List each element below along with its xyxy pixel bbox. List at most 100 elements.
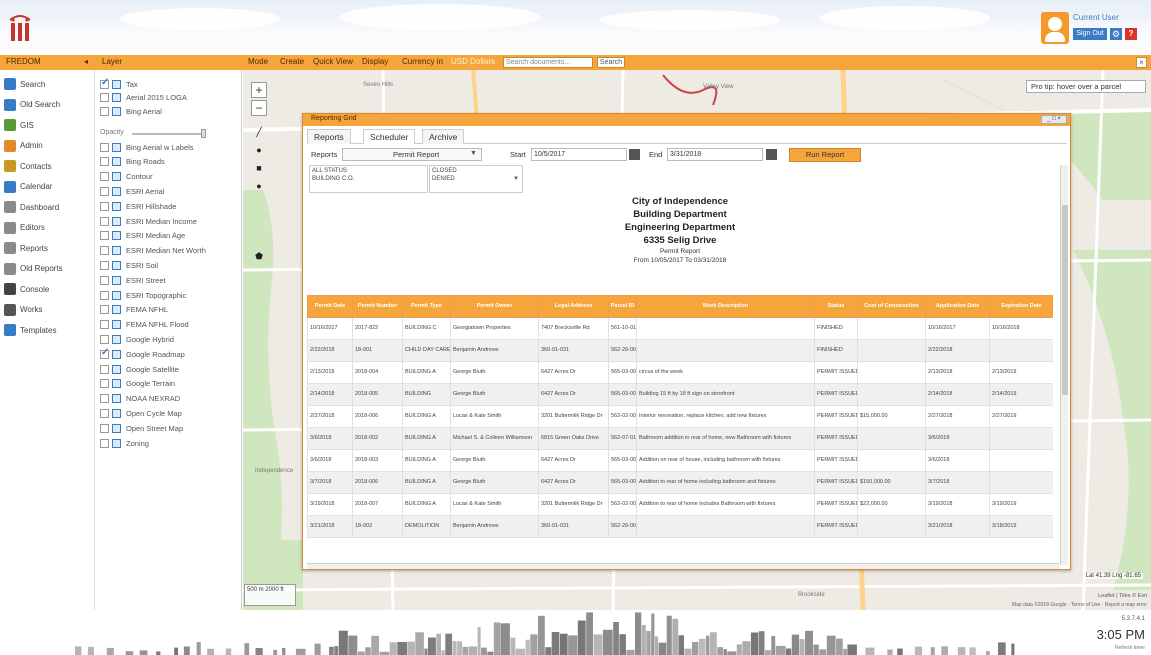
layer-row[interactable]: FEMA NFHL [100, 303, 168, 317]
document-search-input[interactable]: Search documents... [503, 57, 593, 68]
draw-point-icon[interactable]: ● [251, 142, 267, 158]
tab-reports[interactable]: Reports [307, 129, 351, 144]
layer-row[interactable]: Zoning [100, 436, 149, 450]
draw-line-icon[interactable]: ╱ [251, 124, 267, 140]
layer-checkbox[interactable] [100, 157, 109, 167]
layer-checkbox[interactable] [100, 231, 109, 241]
end-date-input[interactable]: 3/31/2018 [667, 148, 763, 161]
nav-item-templates[interactable]: Templates [4, 322, 56, 338]
nav-item-gis[interactable]: GIS [4, 117, 34, 133]
currency-value[interactable]: USD Dollars [451, 57, 495, 66]
layer-checkbox[interactable] [100, 93, 109, 102]
column-header[interactable]: Cost of Construction [857, 295, 926, 318]
layer-row[interactable]: Open Street Map [100, 421, 183, 435]
layer-checkbox[interactable] [100, 364, 109, 374]
layer-checkbox[interactable] [100, 77, 109, 89]
layer-checkbox[interactable] [100, 320, 109, 330]
layer-row[interactable]: Contour [100, 170, 153, 184]
help-icon[interactable]: ? [1125, 28, 1137, 40]
layer-row[interactable]: ESRI Street [100, 273, 166, 287]
nav-item-contacts[interactable]: Contacts [4, 158, 52, 174]
table-row[interactable]: 3/6/2018 2018-002 BUILDING A Michael S. & C… [307, 427, 1053, 450]
layer-checkbox[interactable] [100, 305, 109, 315]
layer-row[interactable]: Google Terrain [100, 377, 175, 391]
calendar-icon[interactable] [629, 149, 640, 160]
filter-option[interactable]: ALL STATUS [312, 167, 425, 175]
table-row[interactable]: 10/16/2017 2017-822 BUILDING C Georgiatown … [307, 317, 1053, 340]
scrollbar-thumb[interactable] [1062, 205, 1068, 395]
layer-checkbox[interactable] [100, 334, 109, 344]
layer-row[interactable]: Tax [100, 77, 138, 91]
layer-row[interactable]: Bing Roads [100, 155, 165, 169]
chevron-down-icon[interactable]: ▼ [470, 150, 477, 157]
table-row[interactable]: 3/7/2018 2018-006 BUILDING A George Bluth 64… [307, 471, 1053, 494]
chevron-down-icon[interactable]: ▼ [513, 175, 519, 183]
layer-checkbox[interactable] [100, 186, 109, 196]
calendar-icon[interactable] [766, 149, 777, 160]
layer-row[interactable]: FEMA NFHL Flood [100, 318, 189, 332]
map-data-attribution[interactable]: Map data ©2018 Google · Terms of Use · R… [1012, 602, 1147, 608]
layer-row[interactable]: Google Roadmap [100, 347, 185, 361]
reporting-window[interactable]: Reporting Grid _ □ × Reports Scheduler A… [302, 113, 1071, 570]
map-attribution[interactable]: Leaflet | Tiles © Esri [1098, 593, 1147, 599]
layer-row[interactable]: Google Satellite [100, 362, 179, 376]
zoom-out-button[interactable]: − [251, 100, 267, 116]
opacity-track[interactable] [132, 133, 204, 135]
layer-checkbox[interactable] [100, 275, 109, 285]
report-vertical-scrollbar[interactable] [1060, 165, 1068, 565]
document-search-button[interactable]: Search [597, 57, 625, 68]
layer-row[interactable]: Open Cycle Map [100, 406, 182, 420]
measure-icon[interactable]: ⬟ [251, 248, 267, 264]
menu-display[interactable]: Display [362, 57, 388, 66]
window-controls[interactable]: _ □ × [1041, 115, 1067, 124]
user-avatar-icon[interactable] [1041, 12, 1069, 44]
nav-item-console[interactable]: Console [4, 281, 49, 297]
menu-currency[interactable]: Currency in [402, 57, 443, 66]
sign-out-button[interactable]: Sign Out [1073, 28, 1107, 40]
layer-row[interactable]: ESRI Median Income [100, 214, 197, 228]
column-header[interactable]: Status [814, 295, 858, 318]
table-row[interactable]: 3/19/2018 2018-007 BUILDING A Lucas & Kate … [307, 493, 1053, 516]
draw-polygon-icon[interactable]: ■ [251, 160, 267, 176]
table-row[interactable]: 3/6/2018 2018-003 BUILDING A George Bluth 64… [307, 449, 1053, 472]
status-filter-list[interactable]: ALL STATUS BUILDING C.O. [309, 165, 428, 193]
reporting-titlebar[interactable]: Reporting Grid _ □ × [303, 114, 1070, 126]
column-header[interactable]: Expiration Date [989, 295, 1053, 318]
layer-checkbox[interactable] [100, 408, 109, 418]
opacity-handle[interactable] [201, 129, 206, 138]
nav-item-old-search[interactable]: Old Search [4, 97, 60, 113]
layer-checkbox[interactable] [100, 423, 109, 433]
layer-checkbox[interactable] [100, 142, 109, 152]
nav-item-reports[interactable]: Reports [4, 240, 48, 256]
start-date-input[interactable]: 10/5/2017 [531, 148, 627, 161]
layer-checkbox[interactable] [100, 246, 109, 256]
report-horizontal-scrollbar[interactable] [307, 563, 1059, 569]
table-row[interactable]: 2/14/2018 2018-005 BUILDING George Bluth 642… [307, 383, 1053, 406]
column-header[interactable]: Work Description [636, 295, 815, 318]
layer-row[interactable]: ESRI Soil [100, 258, 158, 272]
layer-row[interactable]: ESRI Topographic [100, 288, 186, 302]
run-report-button[interactable]: Run Report [789, 148, 861, 162]
nav-item-old-reports[interactable]: Old Reports [4, 261, 63, 277]
nav-item-editors[interactable]: Editors [4, 220, 45, 236]
nav-item-works[interactable]: Works [4, 302, 43, 318]
report-select[interactable]: Permit Report [342, 148, 482, 161]
column-header[interactable]: Permit Number [352, 295, 403, 318]
menu-mode[interactable]: Mode [248, 57, 268, 66]
draw-marker-icon[interactable]: ● [251, 178, 267, 194]
table-row[interactable]: 2/27/2018 2018-006 BUILDING A Lucas & Kate … [307, 405, 1053, 428]
layer-checkbox[interactable] [100, 290, 109, 300]
filter-option[interactable]: BUILDING C.O. [312, 175, 425, 183]
column-header[interactable]: Legal Address [538, 295, 609, 318]
zoom-in-button[interactable]: + [251, 82, 267, 98]
menu-quick-view[interactable]: Quick View [313, 57, 353, 66]
nav-item-calendar[interactable]: Calendar [4, 179, 52, 195]
layer-row[interactable]: ESRI Hillshade [100, 199, 176, 213]
collapse-panel-icon[interactable]: ◂ [84, 57, 88, 66]
layer-row[interactable]: ESRI Median Net Worth [100, 244, 206, 258]
gear-icon[interactable]: ⚙ [1110, 28, 1122, 40]
layer-checkbox[interactable] [100, 347, 109, 359]
layer-checkbox[interactable] [100, 106, 109, 116]
layer-row[interactable]: Bing Aerial [100, 104, 162, 118]
layer-row[interactable]: NOAA NEXRAD [100, 392, 180, 406]
